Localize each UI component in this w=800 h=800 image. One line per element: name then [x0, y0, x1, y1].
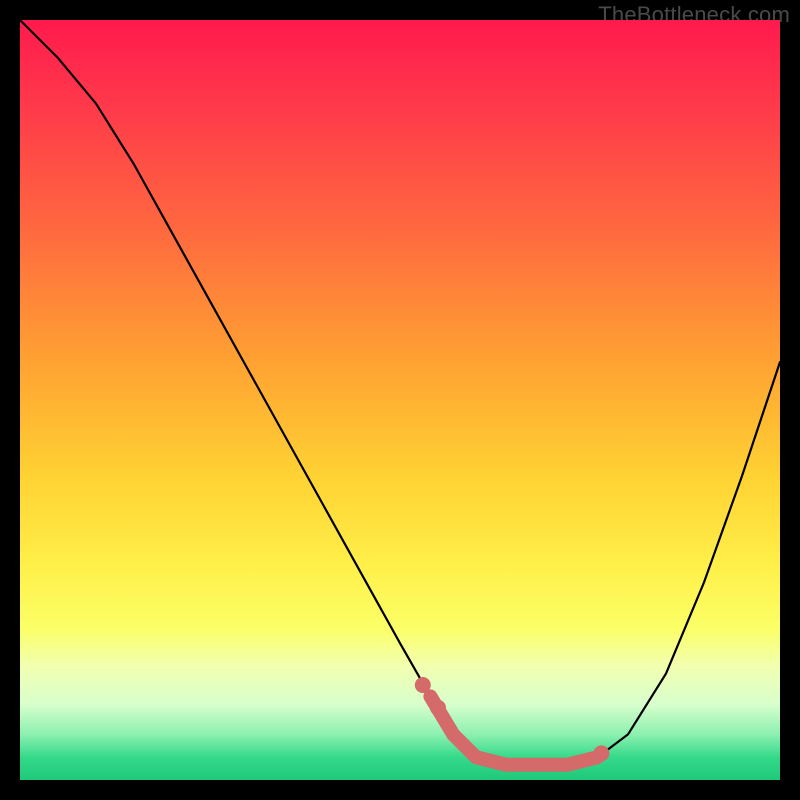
highlight-dot [415, 677, 431, 693]
plot-area [20, 20, 780, 780]
chart-frame: TheBottleneck.com [0, 0, 800, 800]
optimal-band-highlight [430, 696, 597, 764]
highlight-dot [593, 745, 609, 761]
highlight-dots-group [415, 677, 610, 761]
highlight-dot [430, 700, 446, 716]
curve-svg [20, 20, 780, 780]
bottleneck-curve-path [20, 20, 780, 765]
